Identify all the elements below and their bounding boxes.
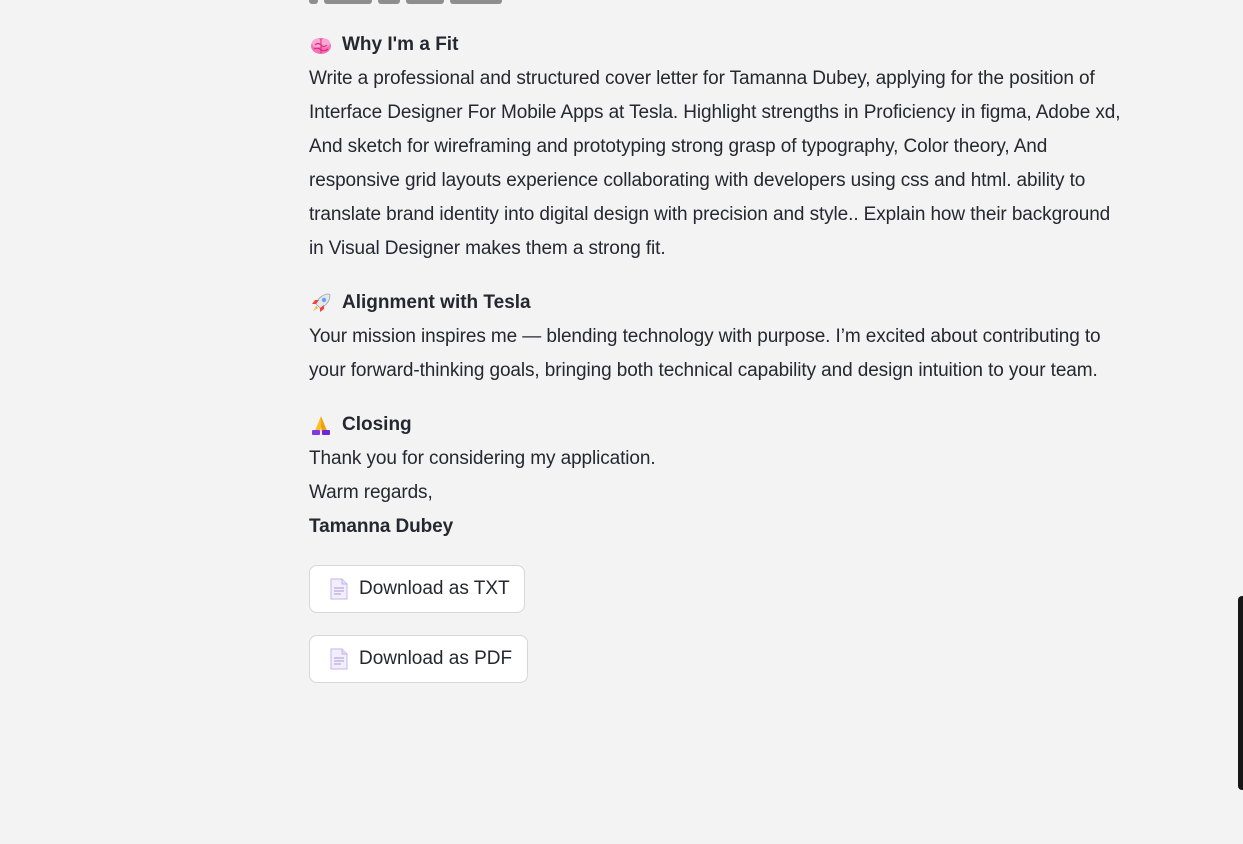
signature-name: Tamanna Dubey: [309, 516, 454, 537]
side-panel-edge[interactable]: [1238, 596, 1243, 790]
section-closing: Closing Thank you for considering my app…: [309, 408, 1184, 544]
download-pdf-button[interactable]: Download as PDF: [309, 635, 528, 683]
text-line: Interface Designer For Mobile Apps at Te…: [309, 102, 1121, 123]
section-alignment: Alignment with Tesla Your mission inspir…: [309, 286, 1184, 388]
section-fit-heading: Why I'm a Fit: [309, 28, 1184, 62]
section-alignment-text: Your mission inspires me — blending tech…: [309, 320, 1184, 388]
text-line: translate brand identity into digital de…: [309, 204, 1111, 225]
section-fit-title: Why I'm a Fit: [342, 34, 459, 55]
page-facing-up-icon: [330, 648, 348, 670]
app-page: Why I'm a Fit Write a professional and s…: [0, 0, 1243, 844]
text-line: your forward-thinking goals, bringing bo…: [309, 360, 1098, 381]
section-alignment-heading: Alignment with Tesla: [309, 286, 1184, 320]
download-pdf-label: Download as PDF: [359, 648, 513, 669]
section-closing-heading: Closing: [309, 408, 1184, 442]
text-line: in Visual Designer makes them a strong f…: [309, 238, 666, 259]
section-fit-text: Write a professional and structured cove…: [309, 62, 1184, 266]
section-fit: Why I'm a Fit Write a professional and s…: [309, 28, 1184, 266]
text-line: Your mission inspires me — blending tech…: [309, 326, 1101, 347]
text-line: Write a professional and structured cove…: [309, 68, 1095, 89]
page-facing-up-icon: [330, 578, 348, 600]
rocket-icon: [312, 293, 331, 312]
section-alignment-title: Alignment with Tesla: [342, 292, 531, 313]
closing-thanks: Thank you for considering my application…: [309, 448, 656, 469]
closing-signoff: Warm regards,: [309, 482, 433, 503]
brain-icon: [311, 38, 331, 54]
text-line: And sketch for wireframing and prototypi…: [309, 136, 1048, 157]
text-line: responsive grid layouts experience colla…: [309, 170, 1086, 191]
clipped-previous-line: [309, 0, 509, 5]
section-closing-title: Closing: [342, 414, 412, 435]
download-txt-button[interactable]: Download as TXT: [309, 565, 525, 613]
download-txt-label: Download as TXT: [359, 578, 510, 599]
folded-hands-icon: [312, 416, 330, 435]
section-closing-text: Thank you for considering my application…: [309, 442, 1184, 544]
